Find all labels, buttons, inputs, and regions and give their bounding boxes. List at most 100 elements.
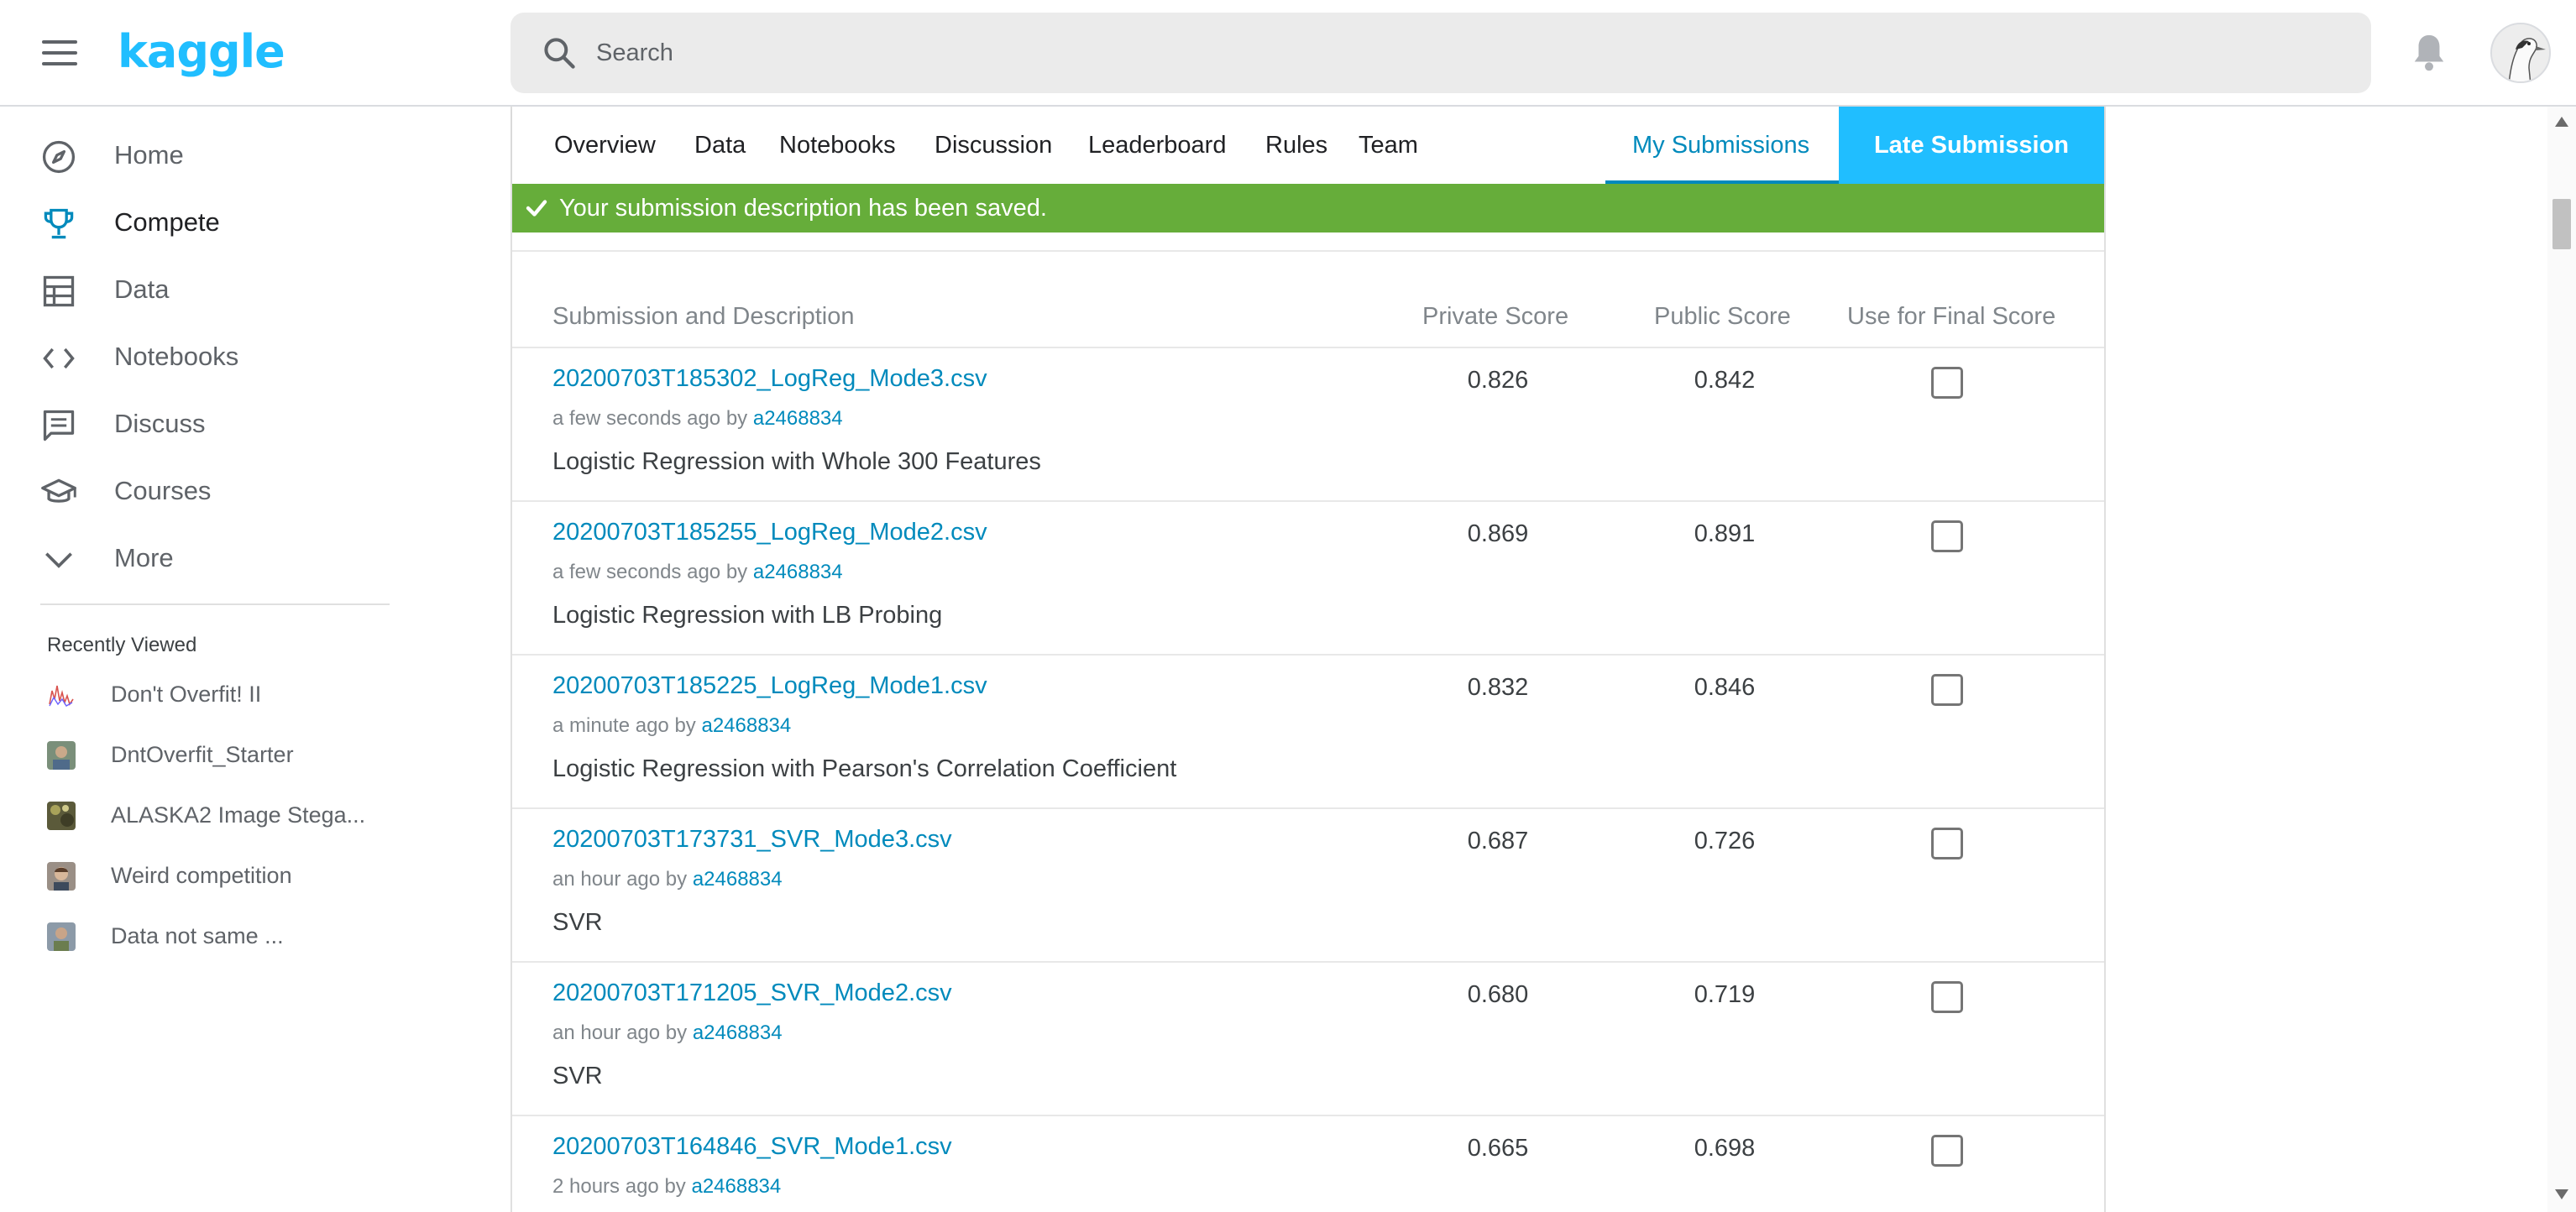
recent-item[interactable]: DntOverfit_Starter xyxy=(0,729,395,783)
submission-user-link[interactable]: a2468834 xyxy=(693,1021,783,1044)
table-icon xyxy=(43,275,75,307)
final-score-checkbox[interactable] xyxy=(1931,367,1963,399)
scroll-up-arrow-icon[interactable] xyxy=(2553,113,2570,130)
submission-meta: 2 hours ago by a2468834 xyxy=(552,1175,781,1199)
tab-discussion[interactable]: Discussion xyxy=(935,132,1052,159)
tab-notebooks[interactable]: Notebooks xyxy=(779,132,896,159)
bell-icon[interactable] xyxy=(2410,32,2448,74)
final-score-checkbox[interactable] xyxy=(1931,1135,1963,1167)
competition-thumbnail xyxy=(47,802,76,830)
submission-file-link[interactable]: 20200703T185302_LogReg_Mode3.csv xyxy=(552,365,987,393)
sidebar-item-label: Courses xyxy=(114,476,212,505)
sidebar-item-label: More xyxy=(114,543,174,572)
competition-thumbnail xyxy=(47,681,76,709)
tab-my-submissions[interactable]: My Submissions xyxy=(1632,132,1809,159)
sidebar-divider xyxy=(40,603,390,605)
submission-user-link[interactable]: a2468834 xyxy=(691,1175,781,1198)
table-row: 20200703T185302_LogReg_Mode3.csv a few s… xyxy=(512,347,2104,500)
final-score-checkbox[interactable] xyxy=(1931,981,1963,1013)
scroll-down-arrow-icon[interactable] xyxy=(2553,1186,2570,1203)
private-score: 0.826 xyxy=(1467,367,1529,394)
search-input[interactable] xyxy=(596,29,2275,76)
public-score: 0.719 xyxy=(1694,981,1756,1008)
tab-rules[interactable]: Rules xyxy=(1265,132,1327,159)
user-thumbnail xyxy=(47,922,76,951)
top-bar: kaggle xyxy=(0,0,2576,107)
success-alert: Your submission description has been sav… xyxy=(512,184,2104,232)
chevron-down-icon xyxy=(45,552,72,568)
submission-description: SVR xyxy=(552,909,603,936)
submission-by: by xyxy=(665,868,688,891)
compass-icon xyxy=(42,140,76,174)
submission-file-link[interactable]: 20200703T164846_SVR_Mode1.csv xyxy=(552,1133,952,1161)
private-score: 0.869 xyxy=(1467,520,1529,547)
public-score: 0.846 xyxy=(1694,674,1756,701)
table-row: 20200703T164846_SVR_Mode1.csv 2 hours ag… xyxy=(512,1115,2104,1212)
private-score: 0.665 xyxy=(1467,1135,1529,1162)
final-score-checkbox[interactable] xyxy=(1931,674,1963,706)
tab-data[interactable]: Data xyxy=(694,132,746,159)
page-scrollbar[interactable] xyxy=(2547,107,2576,1212)
submission-meta: an hour ago by a2468834 xyxy=(552,1021,783,1045)
sidebar-item-label: Notebooks xyxy=(114,342,239,371)
submission-by: by xyxy=(664,1175,686,1198)
sidebar-item-label: Data xyxy=(114,274,170,304)
submission-user-link[interactable]: a2468834 xyxy=(693,868,783,891)
recent-item-label: Don't Overfit! II xyxy=(111,682,262,707)
recent-item-label: DntOverfit_Starter xyxy=(111,742,294,767)
tab-overview[interactable]: Overview xyxy=(554,132,656,159)
recently-viewed-title: Recently Viewed xyxy=(47,634,197,656)
sidebar-item-more[interactable]: More xyxy=(0,528,395,588)
final-score-checkbox[interactable] xyxy=(1931,520,1963,552)
kaggle-logo[interactable]: kaggle xyxy=(118,25,285,78)
recent-item[interactable]: Data not same ... xyxy=(0,911,395,964)
late-submission-button[interactable]: Late Submission xyxy=(1839,107,2104,184)
private-score: 0.832 xyxy=(1467,674,1529,701)
column-header-public-score: Public Score xyxy=(1654,303,1791,330)
table-row: 20200703T171205_SVR_Mode2.csv an hour ag… xyxy=(512,961,2104,1115)
public-score: 0.891 xyxy=(1694,520,1756,547)
panel-divider xyxy=(512,250,2104,252)
submission-time: 2 hours ago xyxy=(552,1175,659,1198)
recent-item[interactable]: Don't Overfit! II xyxy=(0,669,395,723)
submission-description: Logistic Regression with Pearson's Corre… xyxy=(552,755,1177,782)
sidebar-item-home[interactable]: Home xyxy=(0,125,395,185)
public-score: 0.726 xyxy=(1694,828,1756,854)
submission-user-link[interactable]: a2468834 xyxy=(753,407,843,430)
code-icon xyxy=(43,347,75,369)
user-thumbnail xyxy=(47,741,76,770)
submission-description: SVR xyxy=(552,1063,603,1089)
submission-time: a few seconds ago xyxy=(552,407,721,430)
sidebar-item-compete[interactable]: Compete xyxy=(0,192,395,253)
column-header-private-score: Private Score xyxy=(1422,303,1569,330)
sidebar-item-data[interactable]: Data xyxy=(0,259,395,320)
recent-item[interactable]: Weird competition xyxy=(0,850,395,904)
submission-time: an hour ago xyxy=(552,868,661,891)
column-header-submission: Submission and Description xyxy=(552,303,855,330)
submission-file-link[interactable]: 20200703T185225_LogReg_Mode1.csv xyxy=(552,672,987,700)
user-thumbnail xyxy=(47,862,76,891)
tab-team[interactable]: Team xyxy=(1359,132,1418,159)
search-bar[interactable] xyxy=(510,13,2371,93)
submission-file-link[interactable]: 20200703T185255_LogReg_Mode2.csv xyxy=(552,519,987,546)
submission-file-link[interactable]: 20200703T171205_SVR_Mode2.csv xyxy=(552,980,952,1007)
avatar[interactable] xyxy=(2490,23,2551,83)
scrollbar-thumb[interactable] xyxy=(2552,199,2571,249)
search-icon xyxy=(544,38,575,69)
submissions-panel: Overview Data Notebooks Discussion Leade… xyxy=(510,107,2106,1212)
recent-item[interactable]: ALASKA2 Image Stega... xyxy=(0,790,395,844)
final-score-checkbox[interactable] xyxy=(1931,828,1963,859)
submission-meta: an hour ago by a2468834 xyxy=(552,868,783,891)
submission-user-link[interactable]: a2468834 xyxy=(701,714,791,737)
competition-tabs: Overview Data Notebooks Discussion Leade… xyxy=(512,107,2104,184)
public-score: 0.842 xyxy=(1694,367,1756,394)
sidebar-item-label: Discuss xyxy=(114,409,206,438)
submission-user-link[interactable]: a2468834 xyxy=(753,561,843,583)
tab-leaderboard[interactable]: Leaderboard xyxy=(1088,132,1226,159)
menu-icon[interactable] xyxy=(42,40,77,65)
sidebar-item-notebooks[interactable]: Notebooks xyxy=(0,327,395,387)
submission-file-link[interactable]: 20200703T173731_SVR_Mode3.csv xyxy=(552,826,952,854)
sidebar-item-discuss[interactable]: Discuss xyxy=(0,394,395,454)
sidebar-item-courses[interactable]: Courses xyxy=(0,461,395,521)
recent-item-label: Data not same ... xyxy=(111,923,284,948)
